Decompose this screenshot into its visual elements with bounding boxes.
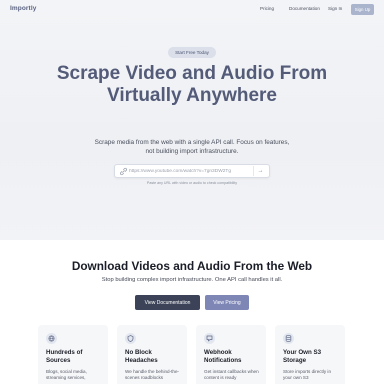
globe-icon bbox=[46, 333, 57, 344]
card-title: Your Own S3 Storage bbox=[283, 349, 322, 364]
card-description: Blogs, social media, streaming services, bbox=[46, 369, 87, 381]
url-hint: Paste any URL with video or audio to che… bbox=[146, 181, 238, 185]
feature-card-blocks: No Block Headaches We handle the behind-… bbox=[117, 325, 187, 384]
card-title: Webhook Notifications bbox=[204, 349, 242, 364]
card-description: We handle the behind-the-scenes roadbloc… bbox=[125, 369, 180, 381]
logo[interactable]: Importly bbox=[10, 5, 36, 12]
feature-card-sources: Hundreds of Sources Blogs, social media,… bbox=[38, 325, 108, 384]
section-title: Download Videos and Audio From the Web bbox=[71, 259, 313, 273]
url-input[interactable] bbox=[129, 166, 245, 176]
link-icon bbox=[119, 167, 128, 176]
feature-card-webhooks: Webhook Notifications Get instant callba… bbox=[196, 325, 266, 384]
nav-link-sign-in[interactable]: Sign In bbox=[328, 6, 342, 11]
database-icon bbox=[283, 333, 294, 344]
view-pricing-button[interactable]: View Pricing bbox=[205, 295, 249, 310]
hero-subtitle: Scrape media from the web with a single … bbox=[94, 139, 290, 155]
top-nav: Importly Pricing Documentation Sign In S… bbox=[0, 0, 384, 18]
feature-card-storage: Your Own S3 Storage Store imports direct… bbox=[275, 325, 345, 384]
start-free-badge[interactable]: Start Free Today bbox=[168, 47, 216, 58]
card-description: Get instant callbacks when content is re… bbox=[204, 369, 259, 381]
section-subtitle: Stop building complex import infrastruct… bbox=[101, 277, 283, 283]
view-documentation-button[interactable]: View Documentation bbox=[135, 295, 200, 310]
url-search-box: → bbox=[114, 164, 270, 178]
sign-up-button[interactable]: Sign Up bbox=[351, 4, 374, 15]
submit-arrow-icon[interactable]: → bbox=[253, 166, 267, 176]
card-title: Hundreds of Sources bbox=[46, 349, 83, 364]
card-title: No Block Headaches bbox=[125, 349, 158, 364]
webhook-icon bbox=[204, 333, 215, 344]
hero-headline: Scrape Video and Audio From Virtually An… bbox=[56, 63, 328, 106]
hero-section bbox=[0, 0, 384, 240]
card-description: Store imports directly in your own S3 bbox=[283, 369, 331, 381]
nav-link-pricing[interactable]: Pricing bbox=[260, 6, 274, 11]
shield-icon bbox=[125, 333, 136, 344]
nav-link-documentation[interactable]: Documentation bbox=[289, 6, 320, 11]
